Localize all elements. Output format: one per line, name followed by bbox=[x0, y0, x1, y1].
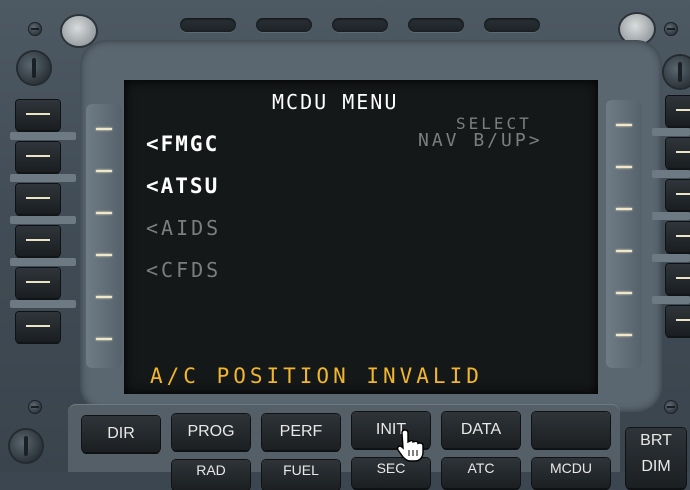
screw-icon bbox=[28, 22, 42, 36]
lsk-tick bbox=[616, 166, 632, 168]
lower-left-knob[interactable] bbox=[10, 430, 42, 462]
lsk-tick bbox=[96, 296, 112, 298]
perf-key[interactable]: PERF bbox=[262, 414, 340, 450]
right-lsk-rail bbox=[606, 100, 642, 368]
function-keypad: DIR PROG PERF INIT DATA RAD FUEL SEC ATC… bbox=[68, 404, 620, 490]
atc-comm-key[interactable]: ATC bbox=[442, 458, 520, 488]
lsk-shelf bbox=[652, 254, 690, 262]
fuel-pred-key[interactable]: FUEL bbox=[262, 460, 340, 490]
lsk-1r-button[interactable] bbox=[666, 96, 690, 126]
brt-key-label: BRT bbox=[640, 432, 672, 449]
annunciator-rdy bbox=[332, 18, 388, 32]
sec-fpln-key[interactable]: SEC bbox=[352, 458, 430, 488]
lsk-tick bbox=[96, 338, 112, 340]
left-lsk-rail bbox=[86, 104, 122, 368]
annunciator-ind bbox=[256, 18, 312, 32]
dir-key[interactable]: DIR bbox=[82, 416, 160, 452]
lsk-tick bbox=[96, 170, 112, 172]
page-title: MCDU MENU bbox=[272, 90, 399, 114]
hand-pointer-icon bbox=[396, 429, 424, 462]
lsk-shelf bbox=[10, 132, 76, 140]
lsk-tick bbox=[96, 254, 112, 256]
lsk-2r-button[interactable] bbox=[666, 138, 690, 168]
lsk-tick bbox=[616, 334, 632, 336]
brt-key[interactable]: BRT DIM bbox=[626, 428, 686, 488]
data-key[interactable]: DATA bbox=[442, 412, 520, 448]
nav-backup-option[interactable]: NAV B/UP> bbox=[418, 130, 543, 151]
lsk-5l-button[interactable] bbox=[16, 268, 60, 298]
lsk-1l-button[interactable] bbox=[16, 100, 60, 130]
lsk-shelf bbox=[10, 174, 76, 182]
lsk-4l-button[interactable] bbox=[16, 226, 60, 256]
mcdu-display: MCDU MENU SELECT NAV B/UP> <FMGC <ATSU <… bbox=[124, 80, 598, 394]
menu-item-aids[interactable]: <AIDS bbox=[146, 216, 221, 240]
lsk-tick bbox=[616, 250, 632, 252]
left-brightness-knob[interactable] bbox=[18, 52, 50, 84]
lsk-tick bbox=[96, 128, 112, 130]
lsk-shelf bbox=[652, 212, 690, 220]
lsk-shelf bbox=[652, 128, 690, 136]
rad-nav-key[interactable]: RAD bbox=[172, 460, 250, 490]
lsk-shelf bbox=[10, 258, 76, 266]
lsk-2l-button[interactable] bbox=[16, 142, 60, 172]
scratchpad-message: A/C POSITION INVALID bbox=[150, 364, 483, 388]
lsk-shelf bbox=[652, 296, 690, 304]
lsk-tick bbox=[616, 208, 632, 210]
lsk-shelf bbox=[10, 300, 76, 308]
lsk-tick bbox=[96, 212, 112, 214]
right-brightness-knob[interactable] bbox=[664, 56, 690, 88]
screw-icon bbox=[28, 400, 42, 414]
lsk-tick bbox=[616, 292, 632, 294]
menu-item-fmgc[interactable]: <FMGC bbox=[146, 132, 219, 156]
lsk-shelf bbox=[652, 170, 690, 178]
annunciator-fm2 bbox=[408, 18, 464, 32]
blank-key[interactable] bbox=[532, 412, 610, 448]
menu-item-atsu[interactable]: <ATSU bbox=[146, 174, 219, 198]
mcdu-menu-key[interactable]: MCDU bbox=[532, 458, 610, 488]
lsk-4r-button[interactable] bbox=[666, 222, 690, 252]
lsk-6r-button[interactable] bbox=[666, 306, 690, 336]
screw-icon bbox=[664, 400, 678, 414]
prog-key[interactable]: PROG bbox=[172, 414, 250, 450]
screw-icon bbox=[664, 22, 678, 36]
lsk-5r-button[interactable] bbox=[666, 264, 690, 294]
annunciator-fm1 bbox=[180, 18, 236, 32]
dim-key-label: DIM bbox=[641, 458, 671, 475]
lsk-tick bbox=[616, 124, 632, 126]
lsk-3r-button[interactable] bbox=[666, 180, 690, 210]
lsk-3l-button[interactable] bbox=[16, 184, 60, 214]
menu-item-cfds[interactable]: <CFDS bbox=[146, 258, 221, 282]
fail-annunciator-lamp bbox=[62, 16, 96, 46]
lsk-shelf bbox=[10, 216, 76, 224]
lsk-6l-button[interactable] bbox=[16, 312, 60, 342]
annunciator-blank bbox=[484, 18, 540, 32]
